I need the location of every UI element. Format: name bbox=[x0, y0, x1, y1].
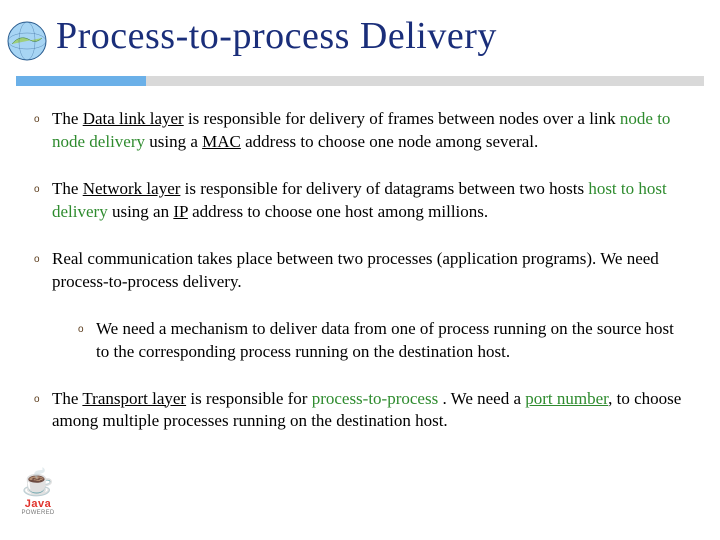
text-run: using an bbox=[108, 202, 174, 221]
bullet-marker: o bbox=[34, 178, 52, 224]
bullet-marker: o bbox=[34, 248, 52, 294]
term-process-to-process: process-to-process bbox=[312, 389, 439, 408]
bullet-text: The Data link layer is responsible for d… bbox=[52, 108, 686, 154]
header: Process-to-process Delivery bbox=[0, 0, 720, 76]
list-item: o The Data link layer is responsible for… bbox=[34, 108, 686, 154]
java-logo-icon: ☕ Java POWERED bbox=[16, 470, 60, 526]
text-run: address to choose one node among several… bbox=[241, 132, 538, 151]
term-transport-layer: Transport layer bbox=[82, 389, 186, 408]
slide: Process-to-process Delivery o The Data l… bbox=[0, 0, 720, 540]
text-run: is responsible for delivery of frames be… bbox=[184, 109, 620, 128]
list-item: o The Network layer is responsible for d… bbox=[34, 178, 686, 224]
title-divider bbox=[16, 76, 704, 86]
bullet-marker: o bbox=[34, 108, 52, 154]
java-subtext: POWERED bbox=[21, 510, 54, 516]
text-run: The bbox=[52, 389, 82, 408]
text-run: address to choose one host among million… bbox=[188, 202, 488, 221]
bullet-marker: o bbox=[78, 318, 96, 364]
bullet-text: Real communication takes place between t… bbox=[52, 248, 686, 294]
list-item: o The Transport layer is responsible for… bbox=[34, 388, 686, 434]
term-port-number: port number bbox=[525, 389, 608, 408]
text-run: The bbox=[52, 179, 83, 198]
text-run: . We need a bbox=[438, 389, 525, 408]
java-wordmark: Java bbox=[25, 498, 51, 510]
text-run: The bbox=[52, 109, 83, 128]
term-data-link-layer: Data link layer bbox=[83, 109, 184, 128]
term-network-layer: Network layer bbox=[83, 179, 181, 198]
list-item: o Real communication takes place between… bbox=[34, 248, 686, 294]
bullet-marker: o bbox=[34, 388, 52, 434]
text-run: using a bbox=[145, 132, 202, 151]
text-run: is responsible for bbox=[186, 389, 312, 408]
text-run: is responsible for delivery of datagrams… bbox=[180, 179, 588, 198]
term-ip: IP bbox=[173, 202, 188, 221]
java-cup-icon: ☕ bbox=[22, 470, 54, 496]
bullet-text: The Network layer is responsible for del… bbox=[52, 178, 686, 224]
body: o The Data link layer is responsible for… bbox=[0, 86, 720, 433]
bullet-text: We need a mechanism to deliver data from… bbox=[96, 318, 686, 364]
list-item-sub: o We need a mechanism to deliver data fr… bbox=[78, 318, 686, 364]
bullet-text: The Transport layer is responsible for p… bbox=[52, 388, 686, 434]
term-mac: MAC bbox=[202, 132, 241, 151]
globe-icon bbox=[6, 20, 48, 62]
page-title: Process-to-process Delivery bbox=[56, 14, 497, 58]
